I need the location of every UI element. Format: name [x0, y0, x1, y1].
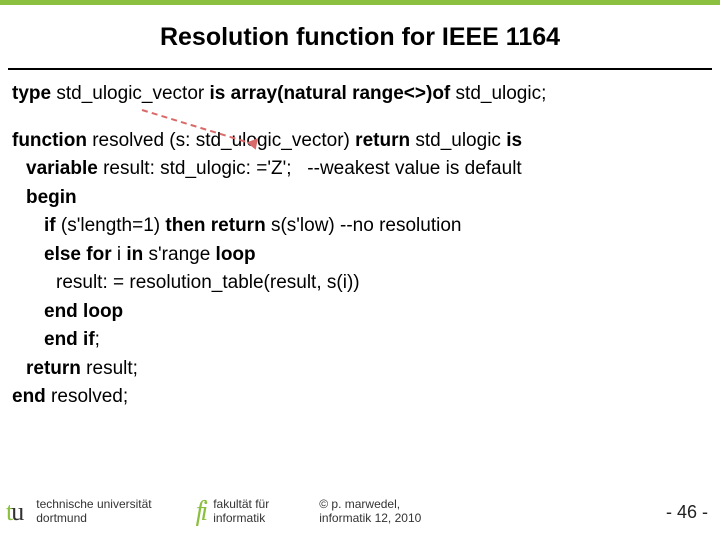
txt: result;	[81, 358, 138, 379]
kw-return: return	[355, 130, 410, 151]
txt: s(s'low) --no resolution	[266, 215, 462, 236]
code-line-4: if (s'length=1) then return s(s'low) --n…	[12, 212, 708, 241]
typename: std_ulogic_vector	[51, 83, 209, 104]
txt: result: std_ulogic: ='Z'; --weakest valu…	[98, 158, 522, 179]
type-declaration-line: type std_ulogic_vector is array(natural …	[12, 80, 708, 109]
page-number: - 46 -	[666, 502, 708, 523]
cp-line2: informatik 12, 2010	[319, 512, 421, 526]
dashed-arrow-icon	[142, 109, 257, 139]
fi-logo-icon: fi	[196, 499, 206, 524]
kw-function: function	[12, 130, 87, 151]
kw-isarray: is array(natural range<>)of	[210, 83, 451, 104]
slide-body: type std_ulogic_vector is array(natural …	[0, 70, 720, 412]
txt: (s'length=1)	[56, 215, 166, 236]
txt: s'range	[143, 244, 215, 265]
tu-logo-icon: tu	[6, 500, 24, 523]
code-line-5: else for i in s'range loop	[12, 241, 708, 270]
kw-end: end	[12, 386, 46, 407]
kw-then-return: then return	[165, 215, 265, 236]
kw-return2: return	[26, 358, 81, 379]
code-line-9: return result;	[12, 355, 708, 384]
tu-text: technische universität dortmund	[36, 498, 151, 526]
footer: tu technische universität dortmund fi fa…	[0, 488, 720, 540]
kw-if: if	[44, 215, 56, 236]
fi-line1: fakultät für	[213, 498, 269, 512]
txt: resolved;	[46, 386, 128, 407]
cp-line1: © p. marwedel,	[319, 498, 421, 512]
txt: ;	[95, 329, 100, 350]
code-line-3: begin	[12, 184, 708, 213]
kw-loop: loop	[216, 244, 256, 265]
kw-else-for: else for	[44, 244, 112, 265]
type-tail: std_ulogic;	[450, 83, 546, 104]
kw-endif: end if	[44, 329, 95, 350]
code-line-10: end resolved;	[12, 383, 708, 412]
code-line-1: function resolved (s: std_ulogic_vector)…	[12, 127, 708, 156]
fi-line2: informatik	[213, 512, 269, 526]
code-block: function resolved (s: std_ulogic_vector)…	[12, 127, 708, 412]
code-line-7: end loop	[12, 298, 708, 327]
kw-is: is	[506, 130, 522, 151]
txt: std_ulogic	[410, 130, 506, 151]
tu-line2: dortmund	[36, 512, 151, 526]
fi-logo: fi fakultät für informatik	[196, 498, 270, 526]
kw-in: in	[126, 244, 143, 265]
kw-type: type	[12, 83, 51, 104]
tu-line1: technische universität	[36, 498, 151, 512]
copyright: © p. marwedel, informatik 12, 2010	[319, 498, 421, 526]
code-line-6: result: = resolution_table(result, s(i))	[12, 269, 708, 298]
code-line-8: end if;	[12, 326, 708, 355]
slide-title: Resolution function for IEEE 1164	[0, 5, 720, 68]
kw-variable: variable	[26, 158, 98, 179]
txt: i	[112, 244, 127, 265]
code-line-2: variable result: std_ulogic: ='Z'; --wea…	[12, 155, 708, 184]
